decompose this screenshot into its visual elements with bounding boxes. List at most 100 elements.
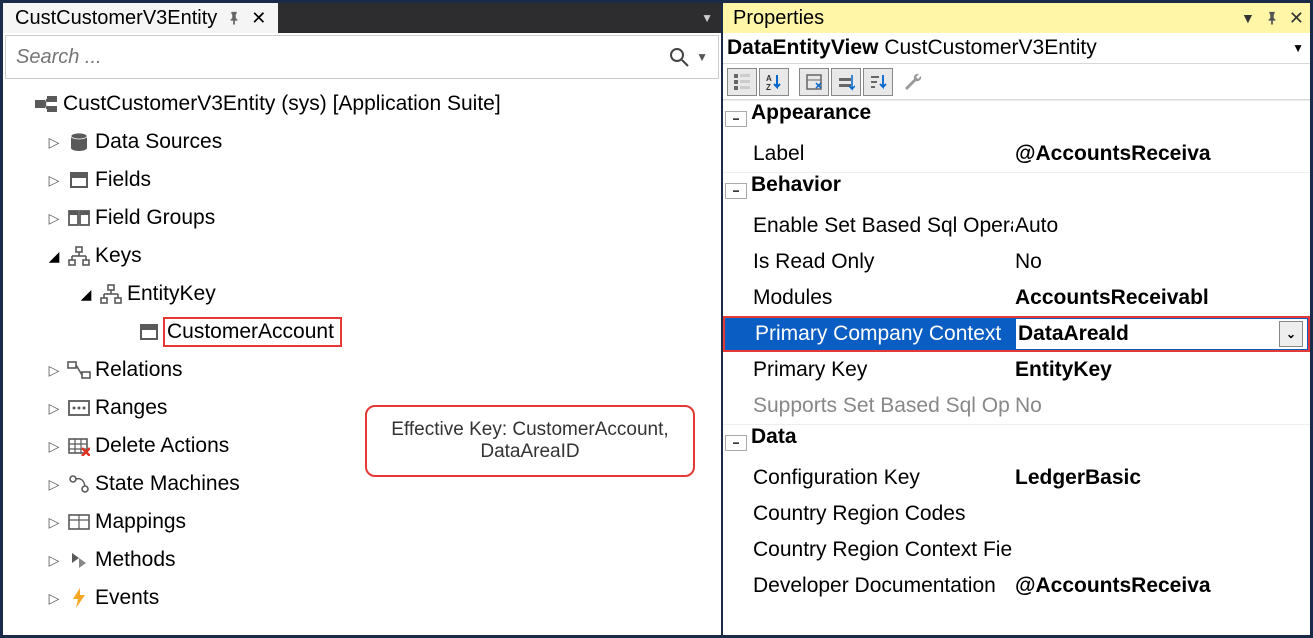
tree-label: Data Sources xyxy=(93,130,222,154)
database-icon xyxy=(65,132,93,152)
entity-icon xyxy=(33,94,61,114)
relation-icon xyxy=(65,360,93,380)
tree-node-events[interactable]: ▷ Events xyxy=(3,579,721,617)
annotation-callout: Effective Key: CustomerAccount, DataArea… xyxy=(365,405,695,477)
property-row-primary-key[interactable]: Primary Key EntityKey xyxy=(723,352,1310,388)
tab-overflow-dropdown-icon[interactable]: ▼ xyxy=(701,11,713,25)
property-value[interactable]: LedgerBasic xyxy=(1013,460,1310,496)
tree-node-field-groups[interactable]: ▷ Field Groups xyxy=(3,199,721,237)
property-value[interactable]: AccountsReceivabl xyxy=(1013,280,1310,316)
expander-icon[interactable]: ◢ xyxy=(43,248,65,265)
property-value[interactable]: No xyxy=(1013,244,1310,280)
chevron-down-icon[interactable]: ▼ xyxy=(1292,41,1304,55)
search-input[interactable] xyxy=(16,46,668,69)
expander-icon[interactable]: ▷ xyxy=(43,172,65,189)
tab-title: CustCustomerV3Entity xyxy=(15,7,217,30)
expander-icon[interactable]: ◢ xyxy=(75,286,97,303)
property-name: Supports Set Based Sql Op xyxy=(723,388,1013,424)
properties-title: Properties xyxy=(733,7,824,30)
extensions-button[interactable] xyxy=(831,68,861,96)
property-row-developer-documentation[interactable]: Developer Documentation @AccountsReceiva xyxy=(723,568,1310,604)
property-page-button[interactable] xyxy=(799,68,829,96)
property-value[interactable] xyxy=(1013,532,1310,568)
properties-object-selector[interactable]: DataEntityView CustCustomerV3Entity ▼ xyxy=(723,33,1310,64)
category-label: Data xyxy=(751,425,797,460)
property-name: Is Read Only xyxy=(723,244,1013,280)
dropdown-icon[interactable]: ⌄ xyxy=(1279,321,1303,347)
collapse-icon[interactable]: − xyxy=(725,435,747,451)
property-name: Configuration Key xyxy=(723,460,1013,496)
expander-icon[interactable]: ▷ xyxy=(43,476,65,493)
expander-icon[interactable]: ▷ xyxy=(43,210,65,227)
property-name: Country Region Codes xyxy=(723,496,1013,532)
tab-bar: CustCustomerV3Entity ✕ ▼ xyxy=(3,3,721,33)
category-behavior[interactable]: − Behavior xyxy=(723,172,1310,208)
callout-line2: DataAreaID xyxy=(387,441,673,463)
chevron-down-icon[interactable]: ▼ xyxy=(1241,10,1255,26)
search-dropdown-icon[interactable]: ▼ xyxy=(696,50,708,64)
categorized-button[interactable] xyxy=(727,68,757,96)
property-row-label[interactable]: Label @AccountsReceiva xyxy=(723,136,1310,172)
tree-label: EntityKey xyxy=(125,282,216,306)
delete-action-icon xyxy=(65,436,93,456)
expander-icon[interactable]: ▷ xyxy=(43,438,65,455)
alphabetical-button[interactable]: AZ xyxy=(759,68,789,96)
property-name: Modules xyxy=(723,280,1013,316)
tree-node-mappings[interactable]: ▷ Mappings xyxy=(3,503,721,541)
expander-icon[interactable]: ▷ xyxy=(43,590,65,607)
category-appearance[interactable]: − Appearance xyxy=(723,100,1310,136)
collapse-icon[interactable]: − xyxy=(725,111,747,127)
pin-icon[interactable] xyxy=(1265,11,1279,25)
wrench-icon[interactable] xyxy=(901,70,925,94)
expander-icon[interactable]: ▷ xyxy=(43,514,65,531)
property-value: No xyxy=(1013,388,1310,424)
pin-icon[interactable] xyxy=(227,11,241,25)
properties-toolbar: AZ xyxy=(723,64,1310,100)
hierarchy-icon xyxy=(65,246,93,266)
expander-icon[interactable]: ▷ xyxy=(43,362,65,379)
property-value[interactable]: @AccountsReceiva xyxy=(1013,136,1310,172)
tree-label: Field Groups xyxy=(93,206,215,230)
tree-node-root[interactable]: CustCustomerV3Entity (sys) [Application … xyxy=(3,85,721,123)
expander-icon[interactable]: ▷ xyxy=(43,400,65,417)
property-row-country-region-context[interactable]: Country Region Context Fie xyxy=(723,532,1310,568)
field-icon xyxy=(65,170,93,190)
field-group-icon xyxy=(65,208,93,228)
property-row-country-region-codes[interactable]: Country Region Codes xyxy=(723,496,1310,532)
svg-text:A: A xyxy=(766,74,772,83)
tree-node-entity-key[interactable]: ◢ EntityKey xyxy=(3,275,721,313)
close-icon[interactable]: ✕ xyxy=(251,8,266,29)
property-row-configuration-key[interactable]: Configuration Key LedgerBasic xyxy=(723,460,1310,496)
property-value[interactable]: Auto xyxy=(1013,208,1310,244)
tree-node-data-sources[interactable]: ▷ Data Sources xyxy=(3,123,721,161)
property-row-is-read-only[interactable]: Is Read Only No xyxy=(723,244,1310,280)
property-value[interactable]: @AccountsReceiva xyxy=(1013,568,1310,604)
category-data[interactable]: − Data xyxy=(723,424,1310,460)
entity-tab[interactable]: CustCustomerV3Entity ✕ xyxy=(3,3,278,33)
search-icon[interactable] xyxy=(668,46,690,68)
property-row-modules[interactable]: Modules AccountsReceivabl xyxy=(723,280,1310,316)
tree-node-fields[interactable]: ▷ Fields xyxy=(3,161,721,199)
state-machine-icon xyxy=(65,474,93,494)
object-type: DataEntityView xyxy=(727,36,878,60)
tree-node-customer-account[interactable]: CustomerAccount xyxy=(3,313,721,351)
property-row-enable-set-based[interactable]: Enable Set Based Sql Opera Auto xyxy=(723,208,1310,244)
property-row-primary-company-context[interactable]: Primary Company Context DataAreaId ⌄ xyxy=(723,316,1310,352)
expander-icon[interactable]: ▷ xyxy=(43,552,65,569)
close-icon[interactable]: ✕ xyxy=(1289,8,1304,29)
collapse-icon[interactable]: − xyxy=(725,183,747,199)
tree-node-methods[interactable]: ▷ Methods xyxy=(3,541,721,579)
category-label: Behavior xyxy=(751,173,841,208)
property-value[interactable] xyxy=(1013,496,1310,532)
property-value[interactable]: EntityKey xyxy=(1013,352,1310,388)
property-value-text: DataAreaId xyxy=(1018,322,1279,346)
tree-node-keys[interactable]: ◢ Keys xyxy=(3,237,721,275)
event-icon xyxy=(65,587,93,609)
field-icon xyxy=(135,322,163,342)
tree-node-relations[interactable]: ▷ Relations xyxy=(3,351,721,389)
property-value[interactable]: DataAreaId ⌄ xyxy=(1015,318,1308,350)
sort-button[interactable] xyxy=(863,68,893,96)
callout-line1: Effective Key: CustomerAccount, xyxy=(387,419,673,441)
tree-label: Mappings xyxy=(93,510,186,534)
expander-icon[interactable]: ▷ xyxy=(43,134,65,151)
